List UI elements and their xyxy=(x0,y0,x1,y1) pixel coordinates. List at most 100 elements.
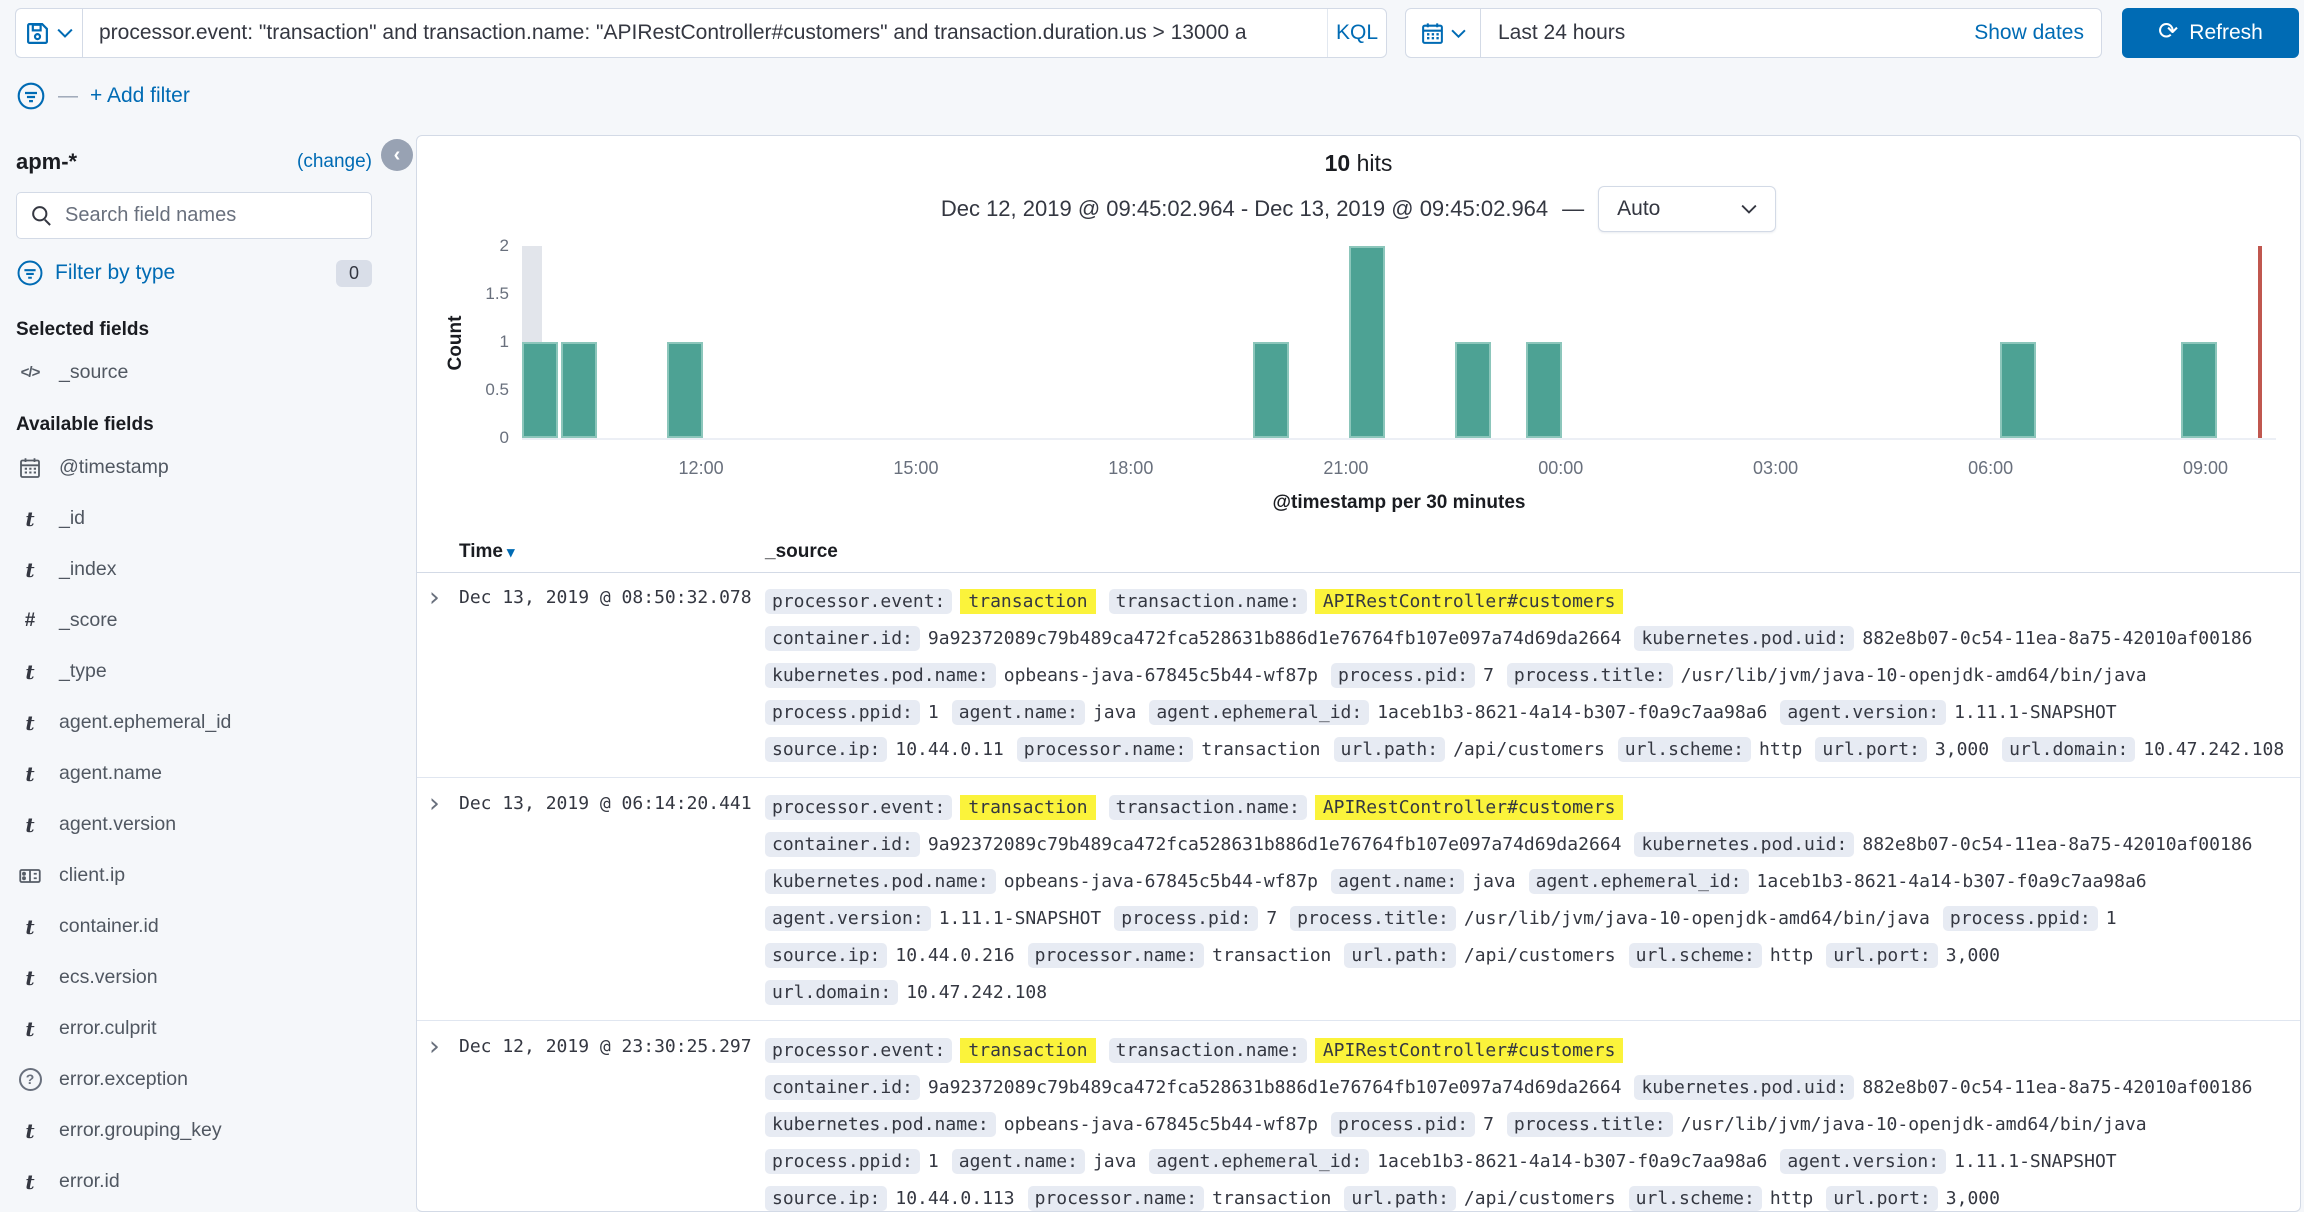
field-name: ecs.version xyxy=(59,966,158,989)
field-item-_type[interactable]: t_type xyxy=(16,646,372,697)
histogram-bar[interactable] xyxy=(2000,342,2036,438)
field-value: 7 xyxy=(1483,1114,1494,1135)
field-pair: url.scheme:http xyxy=(1629,937,1814,974)
field-item-agent.version[interactable]: t agent.version xyxy=(16,799,372,850)
field-pair: process.pid:7 xyxy=(1114,900,1277,937)
histogram-plot[interactable] xyxy=(522,246,2276,440)
field-value: 3,000 xyxy=(1935,739,1989,760)
field-value: 10.44.0.216 xyxy=(895,945,1014,966)
source-cell: processor.event:transactiontransaction.n… xyxy=(765,1032,2298,1211)
y-tick-label: 0.5 xyxy=(453,380,509,400)
field-key: kubernetes.pod.name: xyxy=(765,663,996,688)
field-name: _type xyxy=(59,660,107,683)
string-field-icon: t xyxy=(16,915,44,939)
current-time-marker xyxy=(2258,246,2262,438)
expand-row-icon[interactable]: › xyxy=(429,584,440,611)
field-value: 882e8b07-0c54-11ea-8a75-42010af00186 xyxy=(1862,628,2252,649)
x-axis-title: @timestamp per 30 minutes xyxy=(522,492,2276,514)
field-name: agent.version xyxy=(59,813,176,836)
field-key: process.ppid: xyxy=(765,1149,920,1174)
field-pair: url.domain:10.47.242.108 xyxy=(2002,731,2284,768)
field-value-highlighted: APIRestController#customers xyxy=(1315,1038,1624,1063)
field-name: error.grouping_key xyxy=(59,1119,222,1142)
refresh-button[interactable]: ⟳ Refresh xyxy=(2122,8,2299,58)
field-pair: url.path:/api/customers xyxy=(1334,731,1605,768)
field-item-_id[interactable]: t_id xyxy=(16,493,372,544)
field-pair: kubernetes.pod.name:opbeans-java-67845c5… xyxy=(765,1106,1318,1143)
x-tick-label: 03:00 xyxy=(1731,458,1821,479)
search-field-names-input[interactable] xyxy=(16,192,372,239)
histogram-bar[interactable] xyxy=(1253,342,1289,438)
source-column-header: _source xyxy=(765,541,838,563)
field-pair: url.path:/api/customers xyxy=(1344,937,1615,974)
field-value: 1.11.1-SNAPSHOT xyxy=(939,908,1102,929)
field-key: url.scheme: xyxy=(1629,943,1762,968)
histogram-bar[interactable] xyxy=(2181,342,2217,438)
field-key: process.title: xyxy=(1507,663,1673,688)
field-pair: processor.name:transaction xyxy=(1028,937,1332,974)
field-item-_index[interactable]: t_index xyxy=(16,544,372,595)
field-pair: processor.event:transaction xyxy=(765,789,1096,826)
filter-by-type-button[interactable]: Filter by type xyxy=(16,259,175,287)
field-key: transaction.name: xyxy=(1109,1038,1307,1063)
field-value: 10.44.0.11 xyxy=(895,739,1003,760)
field-name: error.id xyxy=(59,1170,120,1193)
field-pair: transaction.name: APIRestController#custo… xyxy=(1109,1032,1624,1069)
field-name: _index xyxy=(59,558,116,581)
field-key: kubernetes.pod.uid: xyxy=(1634,626,1854,651)
histogram-bar[interactable] xyxy=(522,342,558,438)
selected-fields-heading: Selected fields xyxy=(16,319,372,341)
histogram-bar[interactable] xyxy=(561,342,597,438)
field-value: 1aceb1b3-8621-4a14-b307-f0a9c7aa98a6 xyxy=(1377,702,1767,723)
save-query-button[interactable] xyxy=(15,8,82,58)
calendar-icon xyxy=(1420,21,1445,46)
field-value: 1 xyxy=(928,702,939,723)
field-item-client.ip[interactable]: client.ip xyxy=(16,850,372,901)
query-language-button[interactable]: KQL xyxy=(1327,9,1386,57)
field-value: /usr/lib/jvm/java-10-openjdk-amd64/bin/j… xyxy=(1464,908,1930,929)
expand-row-icon[interactable]: › xyxy=(429,1033,440,1060)
field-item-_score[interactable]: #_score xyxy=(16,595,372,646)
string-field-icon: t xyxy=(16,1170,44,1194)
string-field-icon: t xyxy=(16,966,44,990)
field-item-@timestamp[interactable]: @timestamp xyxy=(16,442,372,493)
quick-select-button[interactable] xyxy=(1405,8,1481,58)
field-value: 10.44.0.113 xyxy=(895,1188,1014,1209)
collapse-sidebar-button[interactable]: ‹ xyxy=(381,139,413,171)
histogram-bar[interactable] xyxy=(1455,342,1491,438)
expand-row-icon[interactable]: › xyxy=(429,790,440,817)
histogram-bar[interactable] xyxy=(1349,246,1385,438)
time-range-field[interactable]: Last 24 hours Show dates xyxy=(1481,8,2102,58)
field-key: process.title: xyxy=(1507,1112,1673,1137)
show-dates-link[interactable]: Show dates xyxy=(1974,21,2084,45)
source-field-icon: </> xyxy=(16,364,44,381)
x-tick-label: 00:00 xyxy=(1516,458,1606,479)
field-item-error.id[interactable]: t error.id xyxy=(16,1156,372,1207)
field-key: agent.ephemeral_id: xyxy=(1529,869,1749,894)
string-field-icon: t xyxy=(16,813,44,837)
field-item-error.exception[interactable]: ?error.exception xyxy=(16,1054,372,1105)
histogram-bar[interactable] xyxy=(1526,342,1562,438)
time-column-header[interactable]: Time▾ xyxy=(459,541,515,563)
y-tick-label: 0 xyxy=(453,428,509,448)
chevron-down-icon xyxy=(1451,29,1466,38)
add-filter-link[interactable]: + Add filter xyxy=(90,84,190,108)
ip-field-icon xyxy=(16,864,44,888)
date-field-icon xyxy=(16,456,44,480)
field-item-error.culprit[interactable]: terror.culprit xyxy=(16,1003,372,1054)
change-index-pattern-link[interactable]: (change) xyxy=(297,151,372,173)
field-item-error.grouping_key[interactable]: terror.grouping_key xyxy=(16,1105,372,1156)
field-item-agent.ephemeral_id[interactable]: tagent.ephemeral_id xyxy=(16,697,372,748)
field-item-ecs.version[interactable]: t ecs.version xyxy=(16,952,372,1003)
field-key: kubernetes.pod.uid: xyxy=(1634,1075,1854,1100)
histogram-bar[interactable] xyxy=(667,342,703,438)
field-item-agent.name[interactable]: tagent.name xyxy=(16,748,372,799)
field-item-container.id[interactable]: tcontainer.id xyxy=(16,901,372,952)
x-tick-label: 21:00 xyxy=(1301,458,1391,479)
index-pattern-title: apm-* xyxy=(16,149,77,175)
field-value: /usr/lib/jvm/java-10-openjdk-amd64/bin/j… xyxy=(1681,1114,2147,1135)
filter-options-icon[interactable] xyxy=(16,81,46,111)
query-input[interactable] xyxy=(83,9,1327,57)
field-item-_source[interactable]: </>_source xyxy=(16,347,372,398)
field-key: transaction.name: xyxy=(1109,795,1307,820)
